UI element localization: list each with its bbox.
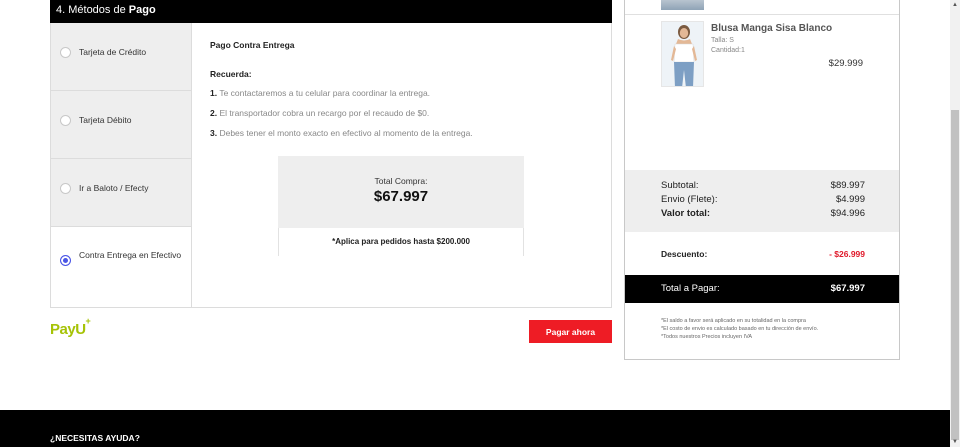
product-quantity: Cantidad:1	[711, 47, 745, 54]
total-purchase-label: Total Compra:	[374, 176, 428, 186]
footer: ¿NECESITAS AYUDA?	[0, 410, 950, 447]
subtotal-value: $89.997	[830, 180, 865, 191]
total-to-pay-value: $67.997	[830, 283, 865, 294]
total-purchase-card: Total Compra: $67.997 *Aplica para pedid…	[278, 156, 524, 256]
total-value-row: Valor total: $94.996	[661, 208, 865, 219]
step-2-text: El transportador cobra un recargo por el…	[219, 108, 430, 118]
product-photo-icon	[662, 22, 703, 86]
scroll-up-icon[interactable]: ▲	[950, 0, 960, 10]
totals-block: Subtotal: $89.997 Envio (Flete): $4.999 …	[625, 170, 899, 232]
subtotal-label: Subtotal:	[661, 180, 699, 191]
recuerda-heading: Recuerda:	[210, 69, 252, 79]
discount-label: Descuento:	[661, 249, 708, 259]
pay-now-button[interactable]: Pagar ahora	[529, 320, 612, 343]
method-baloto-efecty-label: Ir a Baloto / Efecty	[79, 183, 149, 193]
fine-print-iva: *Todos nuestros Precios incluyen IVA	[661, 334, 752, 340]
scroll-down-icon[interactable]: ▼	[950, 437, 960, 447]
total-value-label: Valor total:	[661, 208, 711, 219]
product-size: Talla: S	[711, 37, 734, 44]
total-purchase-note: *Aplica para pedidos hasta $200.000	[332, 237, 470, 246]
payment-section-header: 4. Métodos de Pago	[50, 0, 612, 23]
step-1-text: Te contactaremos a tu celular para coord…	[219, 88, 431, 98]
step-2: 2. El transportador cobra un recargo por…	[210, 108, 429, 118]
step-1-number: 1.	[210, 88, 218, 98]
total-to-pay-label: Total a Pagar:	[661, 283, 720, 294]
step-3: 3. Debes tener el monto exacto en efecti…	[210, 128, 473, 138]
payment-method-detail: Pago Contra Entrega Recuerda: 1. Te cont…	[210, 23, 600, 307]
product-name[interactable]: Blusa Manga Sisa Blanco	[711, 23, 832, 34]
step-3-number: 3.	[210, 128, 218, 138]
shipping-row: Envio (Flete): $4.999	[661, 194, 865, 205]
subtotal-row: Subtotal: $89.997	[661, 180, 865, 191]
payu-logo-mark: +	[85, 316, 91, 326]
fine-print-shipping: *El costo de envio es calculado basado e…	[661, 326, 819, 332]
payment-panel: Tarjeta de Crédito Tarjeta Débito Ir a B…	[50, 23, 612, 308]
method-credit-card-radio[interactable]	[60, 47, 71, 58]
fine-print-balance: *El saldo a favor será aplicado en su to…	[661, 318, 806, 324]
step-1: 1. Te contactaremos a tu celular para co…	[210, 88, 430, 98]
footer-help-heading: ¿NECESITAS AYUDA?	[50, 433, 140, 443]
item-divider	[625, 14, 899, 15]
total-to-pay-bar: Total a Pagar: $67.997	[625, 275, 899, 303]
method-debit-card[interactable]: Tarjeta Débito	[51, 91, 191, 159]
product-image	[661, 21, 704, 87]
method-debit-card-label: Tarjeta Débito	[79, 115, 132, 125]
step-3-text: Debes tener el monto exacto en efectivo …	[219, 128, 473, 138]
payu-logo-text: PayU	[50, 321, 86, 338]
step-2-number: 2.	[210, 108, 218, 118]
order-summary: Blusa Manga Sisa Blanco Talla: S Cantida…	[624, 0, 900, 360]
total-value-amount: $94.996	[830, 208, 865, 219]
detail-title: Pago Contra Entrega	[210, 40, 295, 50]
discount-row: Descuento: - $26.999	[661, 249, 865, 259]
method-baloto-efecty[interactable]: Ir a Baloto / Efecty	[51, 159, 191, 227]
page-scrollbar[interactable]: ▲ ▼	[950, 0, 960, 447]
discount-value: - $26.999	[829, 249, 865, 259]
method-cash-on-delivery[interactable]: Contra Entrega en Efectivo	[51, 227, 191, 307]
payment-header-strong: Pago	[128, 4, 156, 16]
method-cash-on-delivery-radio[interactable]	[60, 255, 71, 266]
shipping-label: Envio (Flete):	[661, 194, 718, 205]
method-credit-card-label: Tarjeta de Crédito	[79, 47, 147, 57]
shipping-value: $4.999	[835, 194, 865, 205]
method-credit-card[interactable]: Tarjeta de Crédito	[51, 23, 191, 91]
product-price: $29.999	[828, 58, 863, 69]
payment-header-prefix: 4. Métodos de	[56, 4, 126, 16]
previous-item-thumbnail	[661, 0, 704, 10]
total-purchase-amount: $67.997	[373, 188, 429, 205]
method-cash-on-delivery-label: Contra Entrega en Efectivo	[79, 250, 182, 260]
method-debit-card-radio[interactable]	[60, 115, 71, 126]
payment-method-list: Tarjeta de Crédito Tarjeta Débito Ir a B…	[51, 23, 192, 307]
scrollbar-thumb[interactable]	[951, 110, 959, 440]
method-baloto-efecty-radio[interactable]	[60, 183, 71, 194]
payu-logo: PayU+	[50, 316, 91, 338]
